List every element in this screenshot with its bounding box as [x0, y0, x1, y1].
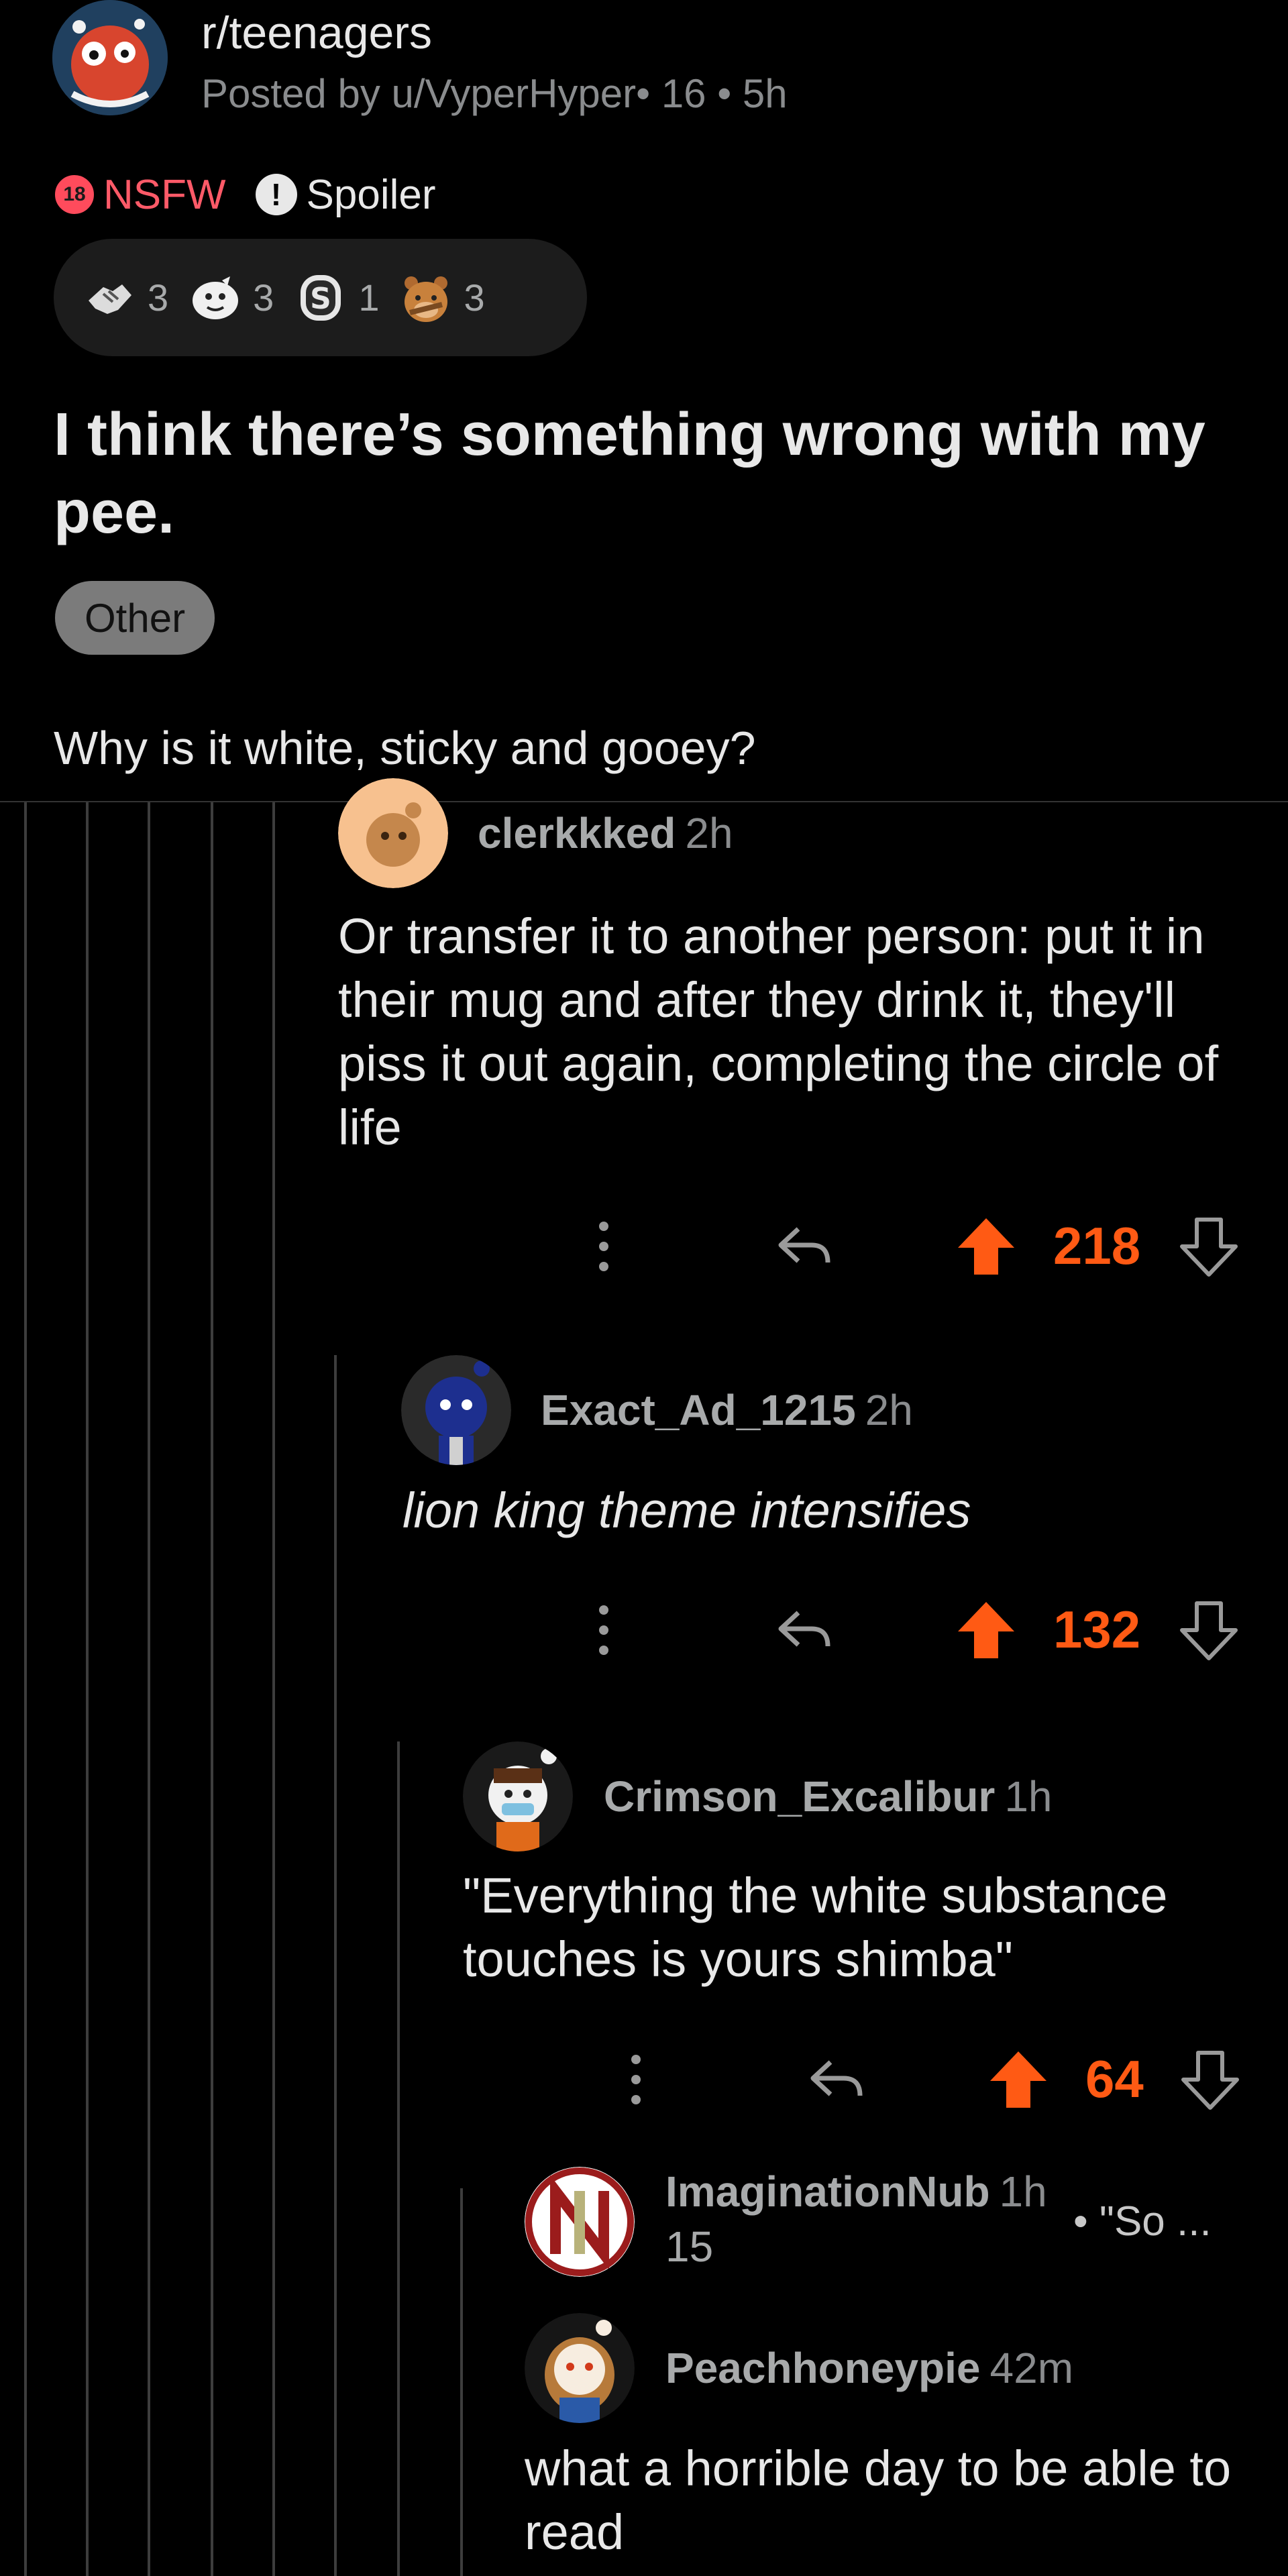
thread-line[interactable]	[334, 1355, 337, 2576]
award-count: 3	[464, 276, 485, 319]
more-options-icon[interactable]	[590, 1597, 617, 1664]
spoiler-alert-icon: !	[255, 174, 297, 215]
comment-body: lion king theme intensifies	[402, 1483, 971, 1538]
post-body: Why is it white, sticky and gooey?	[54, 722, 756, 774]
post-author[interactable]: u/VyperHyper	[392, 71, 637, 116]
upvote-arrow-icon[interactable]	[953, 1597, 1020, 1664]
username[interactable]: ImaginationNub	[665, 2167, 990, 2216]
meta-separator: •	[636, 71, 661, 116]
handshake-award-icon	[83, 271, 137, 325]
award-item: S 1	[294, 271, 379, 325]
user-avatar[interactable]	[463, 1741, 573, 1851]
face-award-icon	[189, 271, 242, 325]
post-meta: Posted by u/VyperHyper• 16 • 5h	[201, 70, 788, 117]
nsfw-tag: NSFW	[103, 171, 226, 218]
thread-line[interactable]	[148, 802, 150, 2576]
comment-actions: 64	[623, 2046, 1260, 2113]
upvote-arrow-icon[interactable]	[953, 1213, 1020, 1280]
upvote-arrow-icon[interactable]	[985, 2046, 1052, 2113]
comment-score: 64	[1085, 2049, 1144, 2108]
more-options-icon[interactable]	[590, 1213, 617, 1280]
username[interactable]: Exact_Ad_1215	[541, 1386, 856, 1434]
silver-coin-award-icon: S	[294, 271, 347, 325]
comment-time: 1h	[999, 2167, 1047, 2216]
post-age: 5h	[742, 71, 788, 116]
post-divider	[0, 801, 1288, 802]
comment-score: 15	[665, 2222, 714, 2271]
user-avatar[interactable]	[525, 2167, 635, 2277]
downvote-arrow-icon[interactable]	[1175, 1213, 1242, 1280]
post-tags: 18 NSFW ! Spoiler	[55, 168, 436, 221]
subreddit-avatar[interactable]	[52, 0, 168, 115]
comment-score: 132	[1053, 1600, 1141, 1659]
post-header: r/teenagers Posted by u/VyperHyper• 16 •…	[0, 0, 1288, 802]
post-title: I think there’s something wrong with my …	[54, 401, 1205, 546]
downvote-arrow-icon[interactable]	[1177, 2046, 1244, 2113]
comment-username[interactable]: ImaginationNub 1h	[665, 2167, 1047, 2216]
thread-line[interactable]	[86, 802, 89, 2576]
comment-username[interactable]: Crimson_Excalibur 1h	[604, 1772, 1053, 1821]
awards-bar[interactable]: 3 3 S 1 3	[54, 239, 587, 356]
thread-line[interactable]	[24, 802, 27, 2576]
award-count: 3	[148, 276, 169, 319]
more-options-icon[interactable]	[623, 2046, 649, 2113]
posted-by-label: Posted by	[201, 71, 392, 116]
thread-line[interactable]	[397, 1741, 400, 2576]
username[interactable]: Peachhoneypie	[665, 2344, 981, 2392]
award-count: 1	[358, 276, 380, 319]
comment-time: 42m	[989, 2344, 1074, 2392]
comment-body: "Everything the white substance touches …	[463, 1868, 1168, 1987]
comment-username[interactable]: Peachhoneypie 42m	[665, 2343, 1073, 2393]
author-flair: 16	[661, 71, 706, 116]
award-item: 3	[399, 271, 485, 325]
spoiler-tag: Spoiler	[306, 171, 436, 218]
user-avatar[interactable]	[338, 778, 448, 888]
bear-award-icon	[399, 271, 453, 325]
username[interactable]: clerkkked	[478, 809, 676, 857]
comment-username[interactable]: Exact_Ad_1215 2h	[541, 1385, 913, 1435]
collapsed-preview: • "So ...	[1073, 2198, 1212, 2245]
comment-time: 1h	[1004, 1772, 1053, 1821]
comment-body: what a horrible day to be able to read	[525, 2440, 1232, 2560]
username[interactable]: Crimson_Excalibur	[604, 1772, 995, 1821]
svg-text:S: S	[310, 282, 331, 316]
thread-line[interactable]	[211, 802, 213, 2576]
thread-line[interactable]	[272, 802, 275, 2576]
comment-time: 2h	[685, 809, 733, 857]
comment-score: 218	[1053, 1216, 1141, 1275]
reply-icon[interactable]	[804, 2046, 871, 2113]
user-avatar[interactable]	[525, 2313, 635, 2423]
reply-icon[interactable]	[771, 1597, 839, 1664]
comment-username[interactable]: clerkkked 2h	[478, 808, 733, 858]
post-flair[interactable]: Other	[55, 581, 215, 655]
comment-actions: 218	[590, 1213, 1261, 1280]
comment-actions: 132	[590, 1597, 1261, 1664]
comment-time: 2h	[865, 1386, 913, 1434]
nsfw-18-icon: 18	[55, 175, 94, 214]
subreddit-name[interactable]: r/teenagers	[201, 7, 432, 59]
award-count: 3	[253, 276, 274, 319]
downvote-arrow-icon[interactable]	[1175, 1597, 1242, 1664]
user-avatar[interactable]	[401, 1355, 511, 1465]
award-item: 3	[83, 271, 168, 325]
thread-line[interactable]	[460, 2188, 463, 2576]
meta-separator: •	[706, 71, 743, 116]
award-item: 3	[189, 271, 274, 325]
reply-icon[interactable]	[771, 1213, 839, 1280]
comment-body: Or transfer it to another person: put it…	[338, 908, 1219, 1155]
